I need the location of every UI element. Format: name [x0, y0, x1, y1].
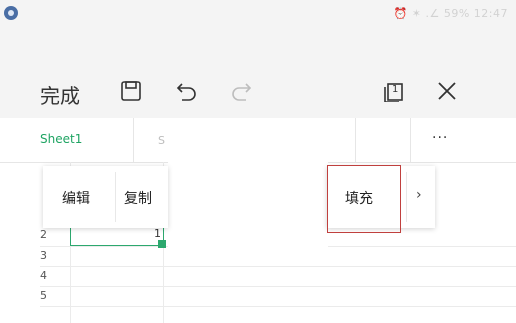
row-number[interactable]: 4 — [40, 269, 47, 282]
row-number[interactable]: 3 — [40, 249, 47, 262]
row-number[interactable]: 2 — [40, 228, 47, 241]
status-indicators: ⏰ ✶ .∠ 59% 12:47 — [393, 7, 508, 20]
row-number[interactable]: 5 — [40, 289, 47, 302]
fill-highlight-box — [327, 165, 401, 233]
edit-menu-item[interactable]: 编辑 — [62, 188, 90, 208]
close-icon[interactable] — [436, 80, 458, 102]
copy-menu-item[interactable]: 复制 — [124, 188, 152, 208]
selected-cell-value: 1 — [154, 227, 161, 240]
row-divider — [40, 306, 516, 307]
tab-sheet1[interactable]: Sheet1 — [40, 132, 82, 146]
fill-handle[interactable] — [158, 240, 166, 248]
row-divider — [40, 266, 516, 267]
save-icon[interactable] — [120, 80, 142, 102]
sheets-icon[interactable]: 1 — [382, 80, 404, 102]
done-button[interactable]: 完成 — [40, 80, 80, 109]
undo-icon[interactable] — [176, 80, 198, 102]
menu-separator — [406, 172, 407, 222]
more-tabs-button[interactable]: ··· — [432, 130, 448, 146]
app-notification-icon — [4, 6, 18, 20]
tab-sheet2[interactable]: S — [158, 134, 165, 147]
selected-cell[interactable] — [70, 226, 164, 246]
sheet-count: 1 — [392, 84, 399, 95]
tab-divider — [355, 118, 356, 162]
tab-divider — [133, 118, 134, 162]
redo-icon[interactable] — [230, 80, 252, 102]
menu-separator — [115, 172, 116, 222]
status-bar: ⏰ ✶ .∠ 59% 12:47 — [0, 0, 516, 32]
popup-blank-area — [168, 118, 328, 248]
row-divider — [40, 286, 516, 287]
tab-divider — [410, 118, 411, 162]
chevron-right-icon[interactable]: › — [416, 187, 422, 203]
